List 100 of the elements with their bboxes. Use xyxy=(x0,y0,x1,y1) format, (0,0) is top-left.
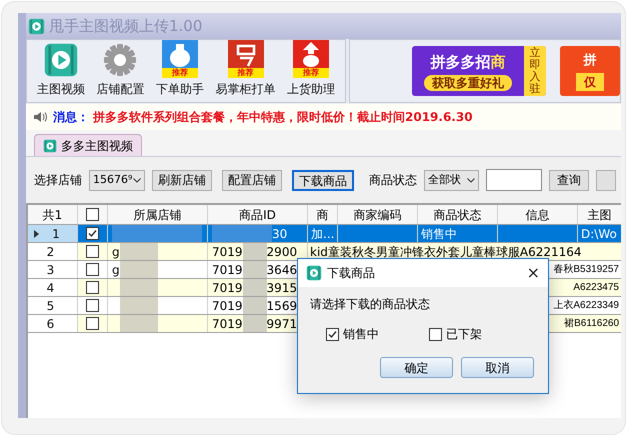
checkbox[interactable] xyxy=(86,281,99,294)
checkbox[interactable] xyxy=(86,245,99,258)
dialog-title: 下载商品 xyxy=(327,265,376,282)
toolbar-button[interactable]: 配置店铺 xyxy=(222,170,282,190)
blurred-area xyxy=(242,261,267,278)
blurred-area xyxy=(120,315,158,332)
table-cell-text: 7019 xyxy=(212,262,243,278)
column-header[interactable]: 共1 xyxy=(28,205,78,224)
search-field[interactable] xyxy=(486,169,542,191)
ad-subline: 仅 xyxy=(576,72,604,91)
table-cell-text: 9971 xyxy=(266,316,298,332)
table-cell-text: 加... xyxy=(311,226,334,242)
shop-label: 选择店铺 xyxy=(34,172,82,189)
recommend-badge: 推荐 xyxy=(293,68,330,78)
dialog-button[interactable]: 确定 xyxy=(380,357,453,378)
blurred-area xyxy=(242,279,267,296)
table-cell-text: g xyxy=(111,262,120,278)
blurred-area xyxy=(120,261,158,278)
table-cell-text: 1569 xyxy=(266,298,298,314)
row-number: 1 xyxy=(51,226,61,242)
toolbar-button[interactable]: 推荐 下单助手 xyxy=(154,40,206,98)
checkbox[interactable] xyxy=(429,328,442,340)
chevron-down-icon xyxy=(467,178,475,182)
query-button[interactable]: 查询 xyxy=(549,170,589,190)
ad-side-text: 立即入驻 xyxy=(524,46,546,96)
table-cell-text: 7019 xyxy=(212,244,243,260)
table-cell-text: 春秋B5319257 xyxy=(553,262,620,277)
toolbar-button[interactable]: 下载商品 xyxy=(292,170,354,190)
blurred-area xyxy=(120,297,158,314)
status-option[interactable]: 已下架 xyxy=(429,325,482,343)
ad-headline: 拼多多招商 xyxy=(430,52,506,73)
toolbar-button[interactable]: 推荐 上货助理 xyxy=(285,40,338,98)
message-text: 拼多多软件系列组合套餐，年中特惠，限时低价！截止时间2019.6.30 xyxy=(93,109,473,126)
table-row[interactable]: 2 g 7019 2900 kid童装秋冬男童冲锋衣外套儿童棒球服A6221164 xyxy=(28,243,621,261)
status-option[interactable]: 销售中 xyxy=(326,325,379,343)
message-label: 消息： xyxy=(53,109,89,126)
row-pointer-icon xyxy=(34,230,39,238)
checkbox[interactable] xyxy=(86,317,99,330)
table-cell-text: 2900 xyxy=(266,244,298,260)
app-icon xyxy=(28,18,45,34)
toolbar-button[interactable]: 推荐 易掌柜打单 xyxy=(214,40,278,98)
table-cell-text: D:\Wo xyxy=(581,226,617,242)
ad-banner[interactable]: 拼 仅 xyxy=(560,46,620,96)
shop-select[interactable]: 15676⁹ xyxy=(89,170,145,190)
column-header[interactable]: 信息 xyxy=(498,205,578,224)
row-number: 5 xyxy=(46,298,56,314)
column-header[interactable]: 所属店铺 xyxy=(108,205,208,224)
chevron-down-icon xyxy=(133,178,141,182)
table-cell-text: 销售中 xyxy=(421,226,457,242)
column-header[interactable]: 商品状态 xyxy=(418,205,498,224)
window-title: 甩手主图视频上传1.00 xyxy=(49,16,202,37)
money-bag-icon xyxy=(162,40,198,68)
table-cell-text: g xyxy=(111,244,120,260)
toolbar-button[interactable]: 刷新店铺 xyxy=(152,170,212,190)
table-cell-text: 上衣A6223349 xyxy=(553,298,620,313)
checkbox[interactable] xyxy=(326,328,339,340)
table-cell-text: 裙B6116260 xyxy=(564,316,620,331)
dialog-prompt: 请选择下载的商品状态 xyxy=(310,296,431,313)
table-cell-text: 3915 xyxy=(266,280,298,296)
column-header[interactable]: 商家编码 xyxy=(338,205,418,224)
character-tile-icon xyxy=(228,40,264,68)
row-number: 3 xyxy=(46,262,56,278)
checkbox[interactable] xyxy=(86,227,99,240)
speaker-icon xyxy=(33,111,49,123)
column-header[interactable]: 商品ID xyxy=(208,205,308,224)
recommend-badge: 推荐 xyxy=(162,68,198,78)
checkbox[interactable] xyxy=(86,299,99,312)
status-label: 商品状态 xyxy=(369,172,417,189)
ad-banner[interactable]: 拼多多招商 获取多重好礼 立即入驻 xyxy=(412,46,546,96)
blurred-area xyxy=(120,279,158,296)
status-select[interactable]: 全部状 xyxy=(424,170,479,190)
blurred-area xyxy=(242,297,267,314)
table-cell-text: A6223475 xyxy=(573,281,620,295)
select-all-checkbox[interactable] xyxy=(86,208,99,221)
toolbar-button[interactable]: 主图视频 xyxy=(34,42,87,98)
upload-icon xyxy=(293,40,330,68)
ad-subline: 获取多重好礼 xyxy=(424,75,512,92)
table-cell-text: kid童装秋冬男童冲锋衣外套儿童棒球服A6221164 xyxy=(309,244,582,260)
dialog-button[interactable]: 取消 xyxy=(461,357,534,378)
column-header[interactable]: 主图 xyxy=(578,205,621,224)
ad-headline: 拼 xyxy=(584,52,596,70)
checkbox[interactable] xyxy=(86,263,99,276)
close-button[interactable]: × xyxy=(526,265,540,281)
table-row[interactable]: 1 30 加... 销售中 D:\Wo xyxy=(28,225,621,243)
row-number: 4 xyxy=(46,280,56,296)
toolbar-button[interactable]: 店铺配置 xyxy=(94,42,146,98)
settings-icon xyxy=(102,42,138,78)
app-icon xyxy=(306,265,322,281)
table-cell-text: 7019 xyxy=(212,316,243,332)
video-icon xyxy=(43,138,57,152)
tab[interactable]: 多多主图视频 xyxy=(34,134,142,156)
row-number: 6 xyxy=(46,316,56,332)
recommend-badge: 推荐 xyxy=(228,68,264,78)
table-cell-text: 7019 xyxy=(212,298,243,314)
blurred-area xyxy=(242,315,267,332)
table-cell-text: 7019 xyxy=(212,280,243,296)
column-header[interactable]: 商 xyxy=(308,205,338,224)
table-cell-text: 30 xyxy=(272,226,288,242)
video-icon xyxy=(42,42,79,78)
table-cell-text: 3646 xyxy=(266,262,298,278)
